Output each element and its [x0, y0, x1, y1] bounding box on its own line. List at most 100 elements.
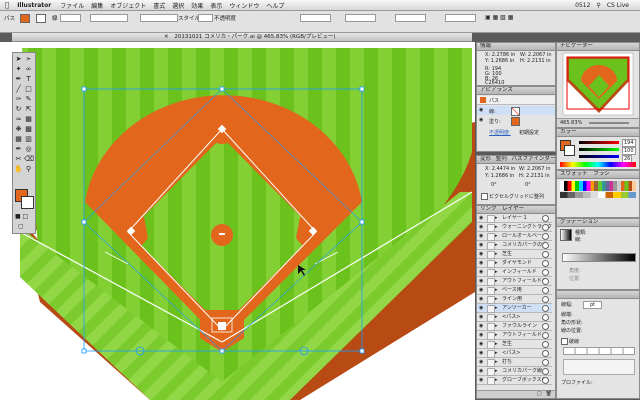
tab-align[interactable]: 整列 [496, 156, 507, 162]
expand-triangle-icon[interactable]: ▸ [495, 322, 498, 330]
y-field[interactable] [345, 14, 376, 22]
menu-help[interactable]: ヘルプ [266, 1, 284, 10]
target-circle-icon[interactable] [542, 287, 549, 294]
navigator-panel-title[interactable]: ナビゲーター [557, 43, 639, 51]
pencil-tool-icon[interactable]: ✎ [24, 95, 33, 104]
transform-angle[interactable]: 0° [491, 182, 497, 188]
lock-toggle[interactable] [487, 341, 495, 349]
expand-triangle-icon[interactable]: ▸ [495, 349, 498, 357]
appearance-panel-title[interactable]: アピアランス [477, 87, 555, 95]
target-circle-icon[interactable] [542, 278, 549, 285]
variable-width-field[interactable] [90, 14, 128, 22]
rotate-tool-icon[interactable]: ↻ [14, 105, 23, 114]
lock-toggle[interactable] [487, 233, 495, 241]
layer-row[interactable]: ◉ ▸ 打ち [477, 358, 552, 367]
expand-triangle-icon[interactable]: ▸ [495, 223, 498, 231]
direct-selection-tool-icon[interactable]: ➣ [24, 55, 33, 64]
lock-toggle[interactable] [487, 332, 495, 340]
target-circle-icon[interactable] [542, 242, 549, 249]
tab-brushes[interactable]: ブラシ [593, 171, 609, 177]
target-circle-icon[interactable] [542, 233, 549, 240]
style-field[interactable] [198, 14, 213, 22]
lock-toggle[interactable] [487, 215, 495, 223]
expand-triangle-icon[interactable]: ▸ [495, 358, 498, 366]
dash-fields[interactable] [563, 347, 635, 355]
brush-field[interactable] [140, 14, 178, 22]
eye-icon[interactable]: ◉ [479, 323, 485, 329]
layer-row[interactable]: ◉ ▸ コメリカパークの内 [477, 241, 552, 250]
layer-row[interactable]: ◉ ▸ 芝生 [477, 340, 552, 349]
expand-triangle-icon[interactable]: ▸ [495, 277, 498, 285]
layer-row[interactable]: ◉ ▸ グローブボックスの [477, 376, 552, 385]
eye-icon[interactable]: ◉ [479, 377, 485, 383]
tab-layers[interactable]: レイヤー [502, 206, 524, 212]
pixel-grid-checkbox[interactable] [481, 193, 488, 200]
layer-row[interactable]: ◉ ▸ アンツーカー [477, 304, 552, 313]
tab-transform[interactable]: 変形 [480, 156, 491, 162]
target-circle-icon[interactable] [542, 341, 549, 348]
transform-w[interactable]: W: 2.2067 in [519, 166, 551, 172]
layer-row[interactable]: ◉ ▸ ベース用 [477, 286, 552, 295]
layer-row[interactable]: ◉ ▸ ライン用 [477, 295, 552, 304]
spectrum-bar[interactable] [560, 162, 636, 167]
expand-triangle-icon[interactable]: ▸ [495, 331, 498, 339]
eye-icon[interactable]: ◉ [479, 251, 485, 257]
stroke-swatch[interactable] [36, 14, 46, 23]
eye-icon[interactable]: ◉ [479, 305, 485, 311]
color-panel-title[interactable]: カラー [557, 129, 639, 137]
fill-swatch[interactable] [20, 14, 30, 23]
layer-row[interactable]: ◉ ▸ <パス> [477, 313, 552, 322]
eye-icon[interactable]: ◉ [479, 233, 485, 239]
color-r-value[interactable]: 194 [622, 139, 636, 147]
transform-h[interactable]: H: 2.2131 in [519, 173, 550, 179]
tab-pathfinder[interactable]: パスファインダー [512, 156, 555, 162]
transform-x[interactable]: X: 2.4474 in [485, 166, 515, 172]
lock-toggle[interactable] [487, 323, 495, 331]
expand-triangle-icon[interactable]: ▸ [495, 295, 498, 303]
stroke-color-box[interactable] [21, 196, 34, 209]
eye-icon[interactable]: ◉ [479, 341, 485, 347]
stroke-weight-value[interactable]: pt [583, 301, 603, 309]
h-field[interactable] [445, 14, 476, 22]
stroke-none-swatch[interactable] [511, 107, 520, 116]
layer-row[interactable]: ◉ ▸ インフィールド [477, 268, 552, 277]
appearance-opacity-label[interactable]: 不透明度: [489, 129, 511, 136]
menu-app[interactable]: Illustrator [17, 2, 51, 9]
dash-checkbox[interactable] [561, 338, 568, 345]
appearance-stroke-row[interactable]: ◉ 線: [477, 106, 555, 116]
expand-triangle-icon[interactable]: ▸ [495, 250, 498, 258]
menu-effect[interactable]: 効果 [191, 1, 203, 10]
eye-icon[interactable]: ◉ [479, 287, 485, 293]
layer-row[interactable]: ◉ ▸ 芝生 [477, 250, 552, 259]
lock-toggle[interactable] [487, 251, 495, 259]
swatch-grid[interactable] [560, 181, 636, 191]
search-icon[interactable]: ⚲ [596, 2, 600, 9]
document-tab[interactable]: ✕ 20131021 コメリカ・パーク.ai @ 465.83% (RGB/プレ… [12, 33, 472, 42]
layer-row[interactable]: ◉ ▸ <パス> [477, 349, 552, 358]
expand-triangle-icon[interactable]: ▸ [495, 232, 498, 240]
expand-triangle-icon[interactable]: ▸ [495, 340, 498, 348]
x-field[interactable] [300, 14, 331, 22]
menu-window[interactable]: ウィンドウ [229, 1, 259, 10]
line-tool-icon[interactable]: ╱ [14, 85, 23, 94]
arrowhead-fields[interactable] [563, 359, 635, 375]
target-circle-icon[interactable] [542, 260, 549, 267]
color-stroke-box[interactable] [564, 145, 575, 156]
expand-triangle-icon[interactable]: ▸ [495, 214, 498, 222]
eye-icon[interactable]: ◉ [479, 278, 485, 284]
eye-icon[interactable]: ◉ [479, 368, 485, 374]
magic-wand-tool-icon[interactable]: ✦ [14, 65, 23, 74]
eye-icon[interactable]: ◉ [479, 269, 485, 275]
blend-tool-icon[interactable]: ◎ [24, 145, 33, 154]
eraser-tool-icon[interactable]: ⌫ [24, 155, 34, 164]
lock-toggle[interactable] [487, 296, 495, 304]
lock-toggle[interactable] [487, 287, 495, 295]
eye-icon[interactable]: ◉ [479, 242, 485, 248]
color-g-value[interactable]: 100 [622, 147, 636, 155]
menu-type[interactable]: 書式 [153, 1, 165, 10]
brush-tool-icon[interactable]: ✑ [14, 95, 23, 104]
navigator-zoom[interactable]: 465.83% [560, 120, 582, 126]
expand-triangle-icon[interactable]: ▸ [495, 313, 498, 321]
target-circle-icon[interactable] [542, 359, 549, 366]
eye-icon[interactable]: ◉ [479, 314, 485, 320]
